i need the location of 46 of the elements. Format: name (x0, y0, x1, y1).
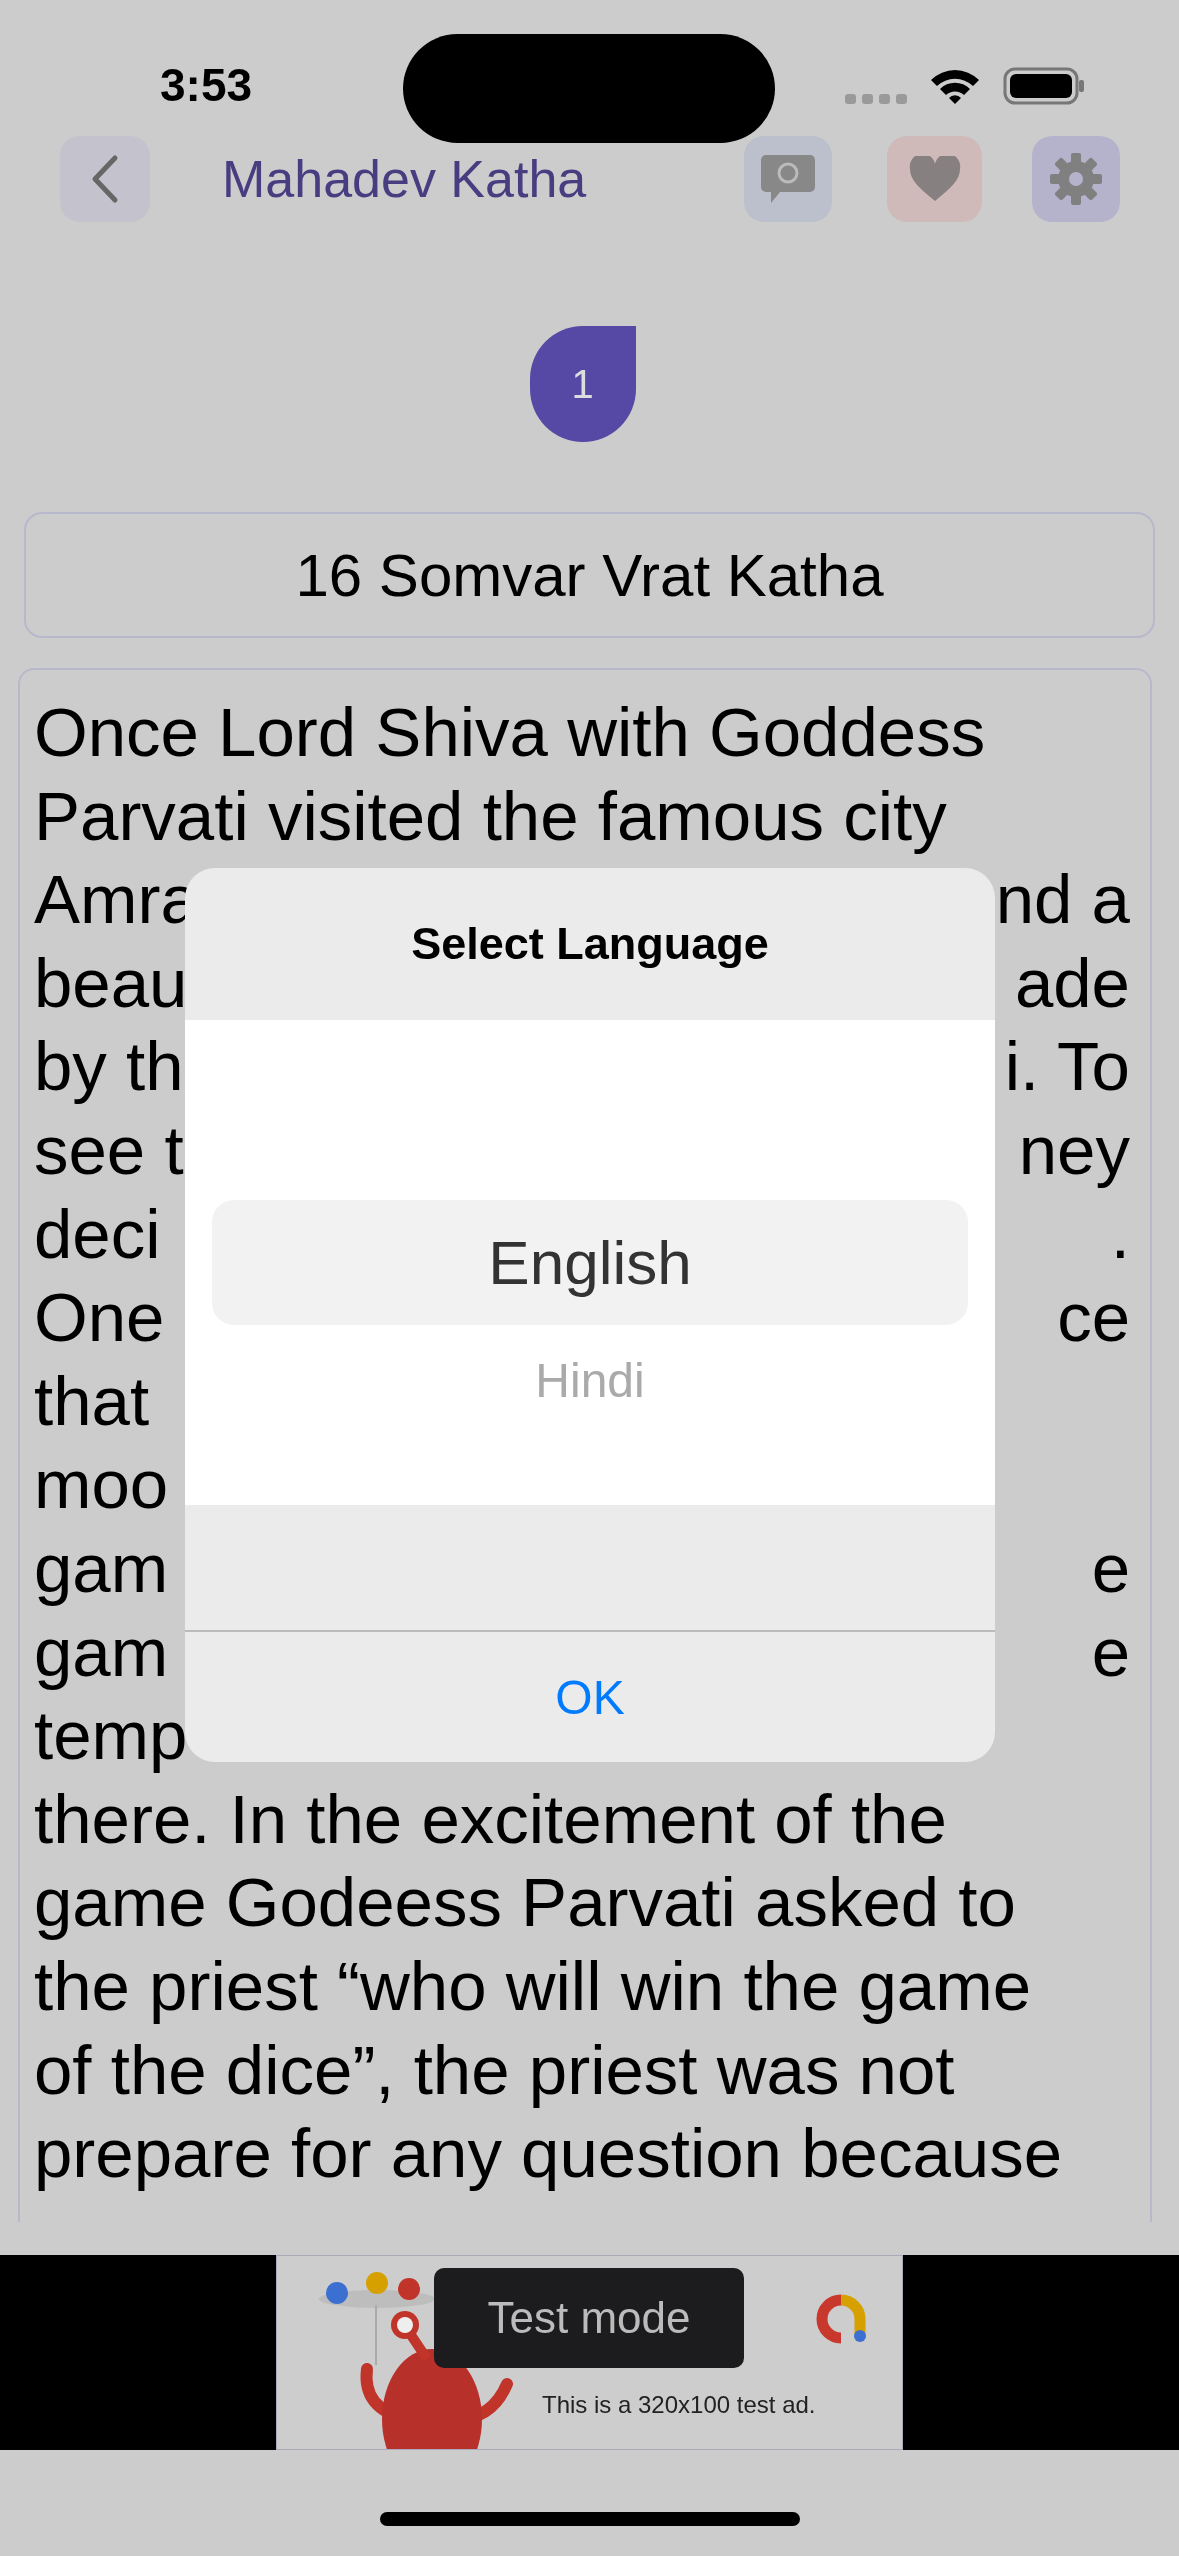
wifi-icon (929, 67, 981, 105)
status-time: 3:53 (160, 58, 253, 112)
story-text: deci (34, 1194, 161, 1275)
story-text: gam (34, 1528, 169, 1609)
language-option[interactable]: English (212, 1200, 968, 1325)
story-text: by th (34, 1027, 184, 1108)
story-text: i. To (1004, 1027, 1130, 1108)
story-text: gam (34, 1612, 169, 1693)
story-text: prepare for any question because (34, 2114, 1063, 2195)
heart-icon (908, 156, 961, 202)
story-text: Parvati visited the famous city (34, 776, 947, 857)
story-text: temp (34, 1696, 188, 1777)
story-text: game Godeess Parvati asked to (34, 1863, 1016, 1944)
signal-icon (845, 92, 907, 106)
back-button[interactable] (60, 136, 150, 222)
dialog-title: Select Language (410, 917, 770, 971)
story-text: see t (34, 1110, 184, 1191)
favorite-button[interactable] (887, 136, 982, 222)
story-text: that (34, 1361, 150, 1442)
language-picker[interactable]: English Hindi (185, 1020, 995, 1505)
app-title: Mahadev Katha (221, 149, 588, 209)
story-text: e (1091, 1528, 1130, 1609)
settings-button[interactable] (1032, 136, 1120, 222)
story-text: Once Lord Shiva with Goddess (34, 693, 986, 773)
ad-banner[interactable]: Test mode This is a 320x100 test ad. (276, 2255, 903, 2450)
story-text: ade (1014, 943, 1130, 1024)
story-text: One (34, 1278, 165, 1359)
test-mode-label: Test mode (434, 2268, 744, 2368)
settings-icon (1049, 152, 1103, 206)
language-button[interactable] (744, 136, 832, 222)
story-text: . (1110, 1194, 1130, 1275)
story-text: there. In the excitement of the (34, 1779, 947, 1860)
story-text: of the dice”, the priest was not (34, 2030, 955, 2111)
story-text: nd a (995, 860, 1130, 941)
story-text: beau (34, 943, 188, 1024)
story-text: the priest “who will win the game (34, 1946, 1032, 2027)
back-icon (90, 154, 120, 204)
story-text: moo (34, 1445, 169, 1526)
ad-caption: This is a 320x100 test ad. (542, 2391, 816, 2419)
chapter-badge: 1 (529, 326, 636, 442)
battery-icon (1003, 67, 1085, 105)
ring-icon (816, 2294, 866, 2344)
story-text: e (1091, 1612, 1130, 1693)
story-text: ce (1057, 1278, 1130, 1359)
story-title: 16 Somvar Vrat Katha (24, 512, 1155, 638)
story-text: ney (1018, 1110, 1130, 1191)
